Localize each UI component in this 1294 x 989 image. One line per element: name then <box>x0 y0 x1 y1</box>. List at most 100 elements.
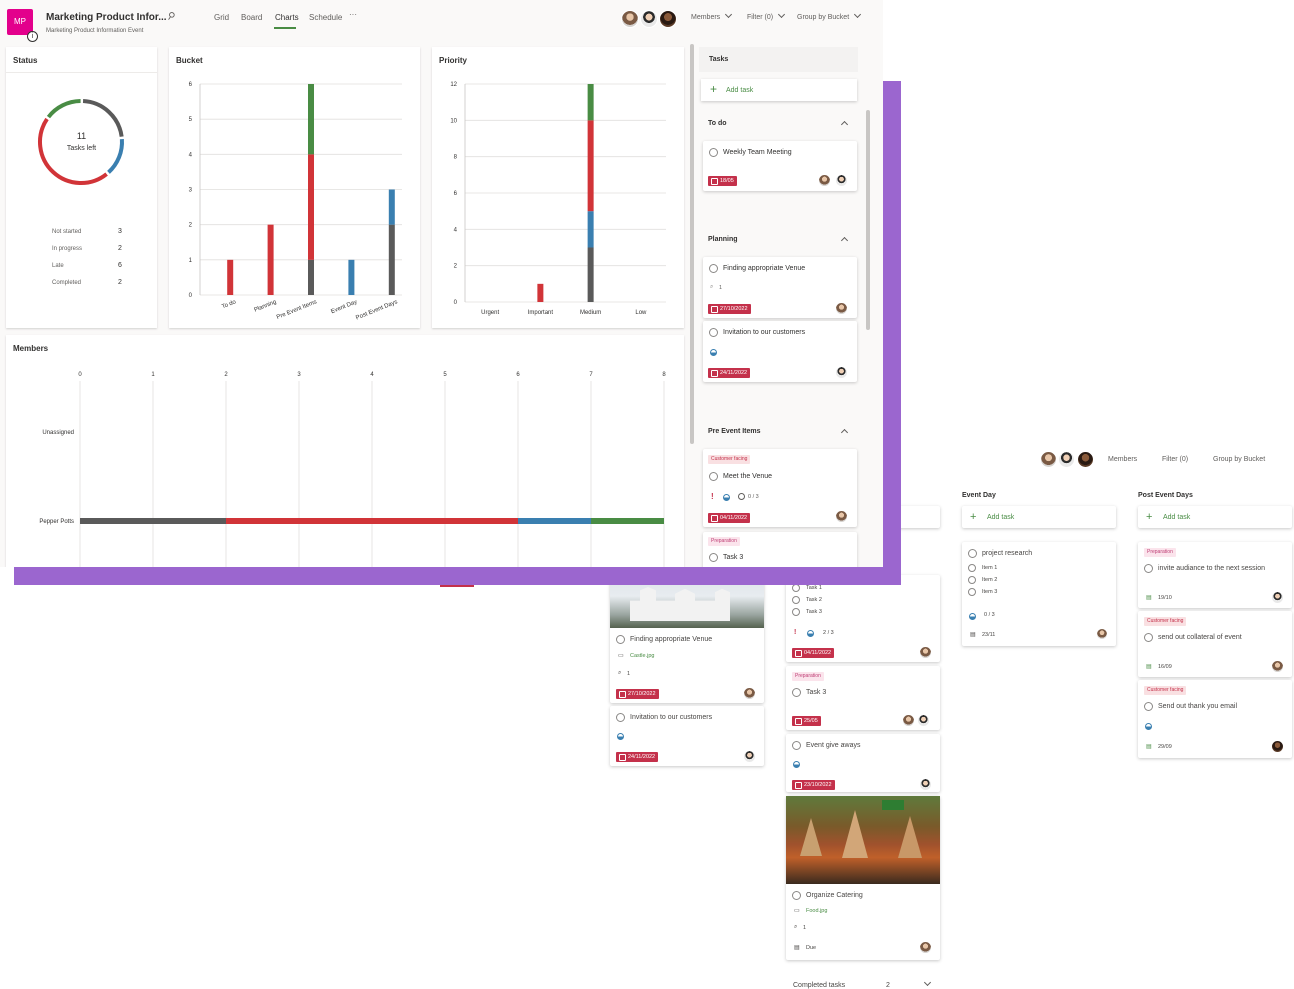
avatar[interactable] <box>659 10 677 28</box>
charts-scrollbar[interactable] <box>690 44 694 444</box>
progress-icon <box>807 630 814 637</box>
filter-button[interactable]: Filter (0) <box>747 10 786 21</box>
x-tick-label: 1 <box>151 372 155 378</box>
task-title: project research <box>982 550 1033 557</box>
complete-checkbox[interactable] <box>968 549 977 558</box>
bucket-header-pre-event[interactable]: Pre Event Items <box>708 428 761 435</box>
task-card[interactable]: Preparation Task 3 <box>703 532 857 567</box>
complete-checkbox[interactable] <box>709 472 718 481</box>
checklist-item: Item 3 <box>982 589 998 595</box>
checklist-checkbox[interactable] <box>792 596 800 604</box>
board-members-button[interactable]: Members <box>1108 456 1137 463</box>
priority-panel: Priority 0 2 4 6 8 10 12 Urgent Important Medium L… <box>432 47 684 328</box>
checklist-checkbox[interactable] <box>968 564 976 572</box>
complete-checkbox[interactable] <box>709 553 718 562</box>
task-card[interactable]: Organize Catering ▭ Food.jpg ⌕ 1 ▤ Due <box>786 796 940 960</box>
complete-checkbox[interactable] <box>709 328 718 337</box>
complete-checkbox[interactable] <box>792 741 801 750</box>
x-tick-label: 2 <box>224 372 228 378</box>
checklist-checkbox[interactable] <box>968 576 976 584</box>
task-card[interactable]: project research Item 1 Item 2 Item 3 0 … <box>962 542 1116 646</box>
members-button[interactable]: Members <box>691 10 733 21</box>
task-card[interactable]: Invitation to our customers 24/11/2022 <box>703 321 857 382</box>
due-date-badge: 27/10/2022 <box>708 304 751 314</box>
checklist-checkbox[interactable] <box>792 584 800 592</box>
complete-checkbox[interactable] <box>792 688 801 697</box>
y-tick-label: 6 <box>454 191 458 197</box>
task-card[interactable]: Preparation Task 3 25/05 <box>786 666 940 730</box>
more-options-button[interactable]: ··· <box>349 10 357 19</box>
y-tick-label: 1 <box>189 258 193 264</box>
checklist-checkbox[interactable] <box>968 588 976 596</box>
chevron-down-icon[interactable] <box>923 978 932 987</box>
task-card[interactable]: Finding appropriate Venue ▭ Castle.jpg ⌕… <box>610 575 764 703</box>
tab-grid[interactable]: Grid <box>214 13 229 22</box>
add-task-label: Add task <box>987 514 1015 521</box>
x-tick-label: 3 <box>297 372 301 378</box>
stat-label: In progress <box>52 246 83 252</box>
checklist-item: Task 3 <box>806 609 822 615</box>
complete-checkbox[interactable] <box>1144 633 1153 642</box>
chevron-up-icon[interactable] <box>840 120 849 129</box>
chevron-down-icon <box>854 10 862 19</box>
x-tick-label: Planning <box>253 299 277 313</box>
tab-board[interactable]: Board <box>241 13 262 22</box>
tasks-left-count: 11 <box>76 131 87 141</box>
event-day-add-task[interactable]: + Add task <box>962 506 1116 528</box>
info-icon[interactable]: i <box>27 31 38 42</box>
complete-checkbox[interactable] <box>616 713 625 722</box>
complete-checkbox[interactable] <box>616 635 625 644</box>
due-date-badge: 18/05 <box>708 176 737 186</box>
attachment-file[interactable]: Castle.jpg <box>630 653 654 659</box>
tasks-scrollbar[interactable] <box>866 110 870 330</box>
avatar[interactable] <box>621 10 639 28</box>
task-card[interactable]: Customer facing Meet the Venue ! 0 / 3 0… <box>703 449 857 527</box>
tab-charts[interactable]: Charts <box>275 13 299 22</box>
checklist-checkbox[interactable] <box>792 608 800 616</box>
priority-title: Priority <box>439 56 468 65</box>
divider <box>6 72 157 73</box>
due-date: 19/10 <box>1158 595 1172 601</box>
task-title: Weekly Team Meeting <box>723 149 792 156</box>
tab-schedule[interactable]: Schedule <box>309 13 342 22</box>
attachment-file[interactable]: Food.jpg <box>806 908 827 914</box>
post-event-add-task[interactable]: + Add task <box>1138 506 1292 528</box>
checklist-item: Item 1 <box>982 565 998 571</box>
avatar[interactable] <box>1040 451 1057 468</box>
avatar[interactable] <box>1058 451 1075 468</box>
complete-checkbox[interactable] <box>709 148 718 157</box>
avatar <box>743 750 756 763</box>
avatar[interactable] <box>640 10 658 28</box>
complete-checkbox[interactable] <box>792 891 801 900</box>
task-card[interactable]: Weekly Team Meeting 18/05 <box>703 141 857 191</box>
screenshot-stage: Members Filter (0) Group by Bucket Event… <box>0 0 1294 989</box>
avatar <box>743 687 756 700</box>
completed-tasks-toggle[interactable]: Completed tasks <box>793 982 845 989</box>
chevron-up-icon[interactable] <box>840 236 849 245</box>
complete-checkbox[interactable] <box>1144 564 1153 573</box>
x-tick-label: 5 <box>443 372 447 378</box>
task-title: Invitation to our customers <box>723 329 806 336</box>
bucket-header-planning[interactable]: Planning <box>708 236 738 243</box>
chevron-up-icon[interactable] <box>840 428 849 437</box>
task-card[interactable]: Customer facing Send out thank you email… <box>1138 680 1292 758</box>
add-task-button[interactable]: + Add task <box>701 79 857 101</box>
plan-subtitle: Marketing Product Information Event <box>46 28 144 34</box>
avatar[interactable] <box>1077 451 1094 468</box>
task-card[interactable]: Preparation invite audiance to the next … <box>1138 542 1292 608</box>
plan-title[interactable]: Marketing Product Infor... <box>46 12 167 23</box>
complete-checkbox[interactable] <box>1144 702 1153 711</box>
avatar <box>1271 591 1284 604</box>
board-group-by-button[interactable]: Group by Bucket <box>1213 456 1265 463</box>
task-card[interactable]: Finding appropriate Venue ⌕ 1 27/10/2022 <box>703 257 857 318</box>
task-card[interactable]: Customer facing send out collateral of e… <box>1138 611 1292 677</box>
bucket-header-to-do[interactable]: To do <box>708 120 727 127</box>
task-card[interactable]: Event give aways 23/10/2022 <box>786 734 940 792</box>
group-by-button[interactable]: Group by Bucket <box>797 10 862 21</box>
members-label: Members <box>691 14 721 21</box>
board-filter-button[interactable]: Filter (0) <box>1162 456 1188 463</box>
task-card[interactable]: Task 1 Task 2 Task 3 ! 2 / 3 04/11/2022 <box>786 575 940 662</box>
task-card[interactable]: Invitation to our customers 24/11/2022 <box>610 706 764 766</box>
checklist-item: Task 1 <box>806 585 822 591</box>
complete-checkbox[interactable] <box>709 264 718 273</box>
